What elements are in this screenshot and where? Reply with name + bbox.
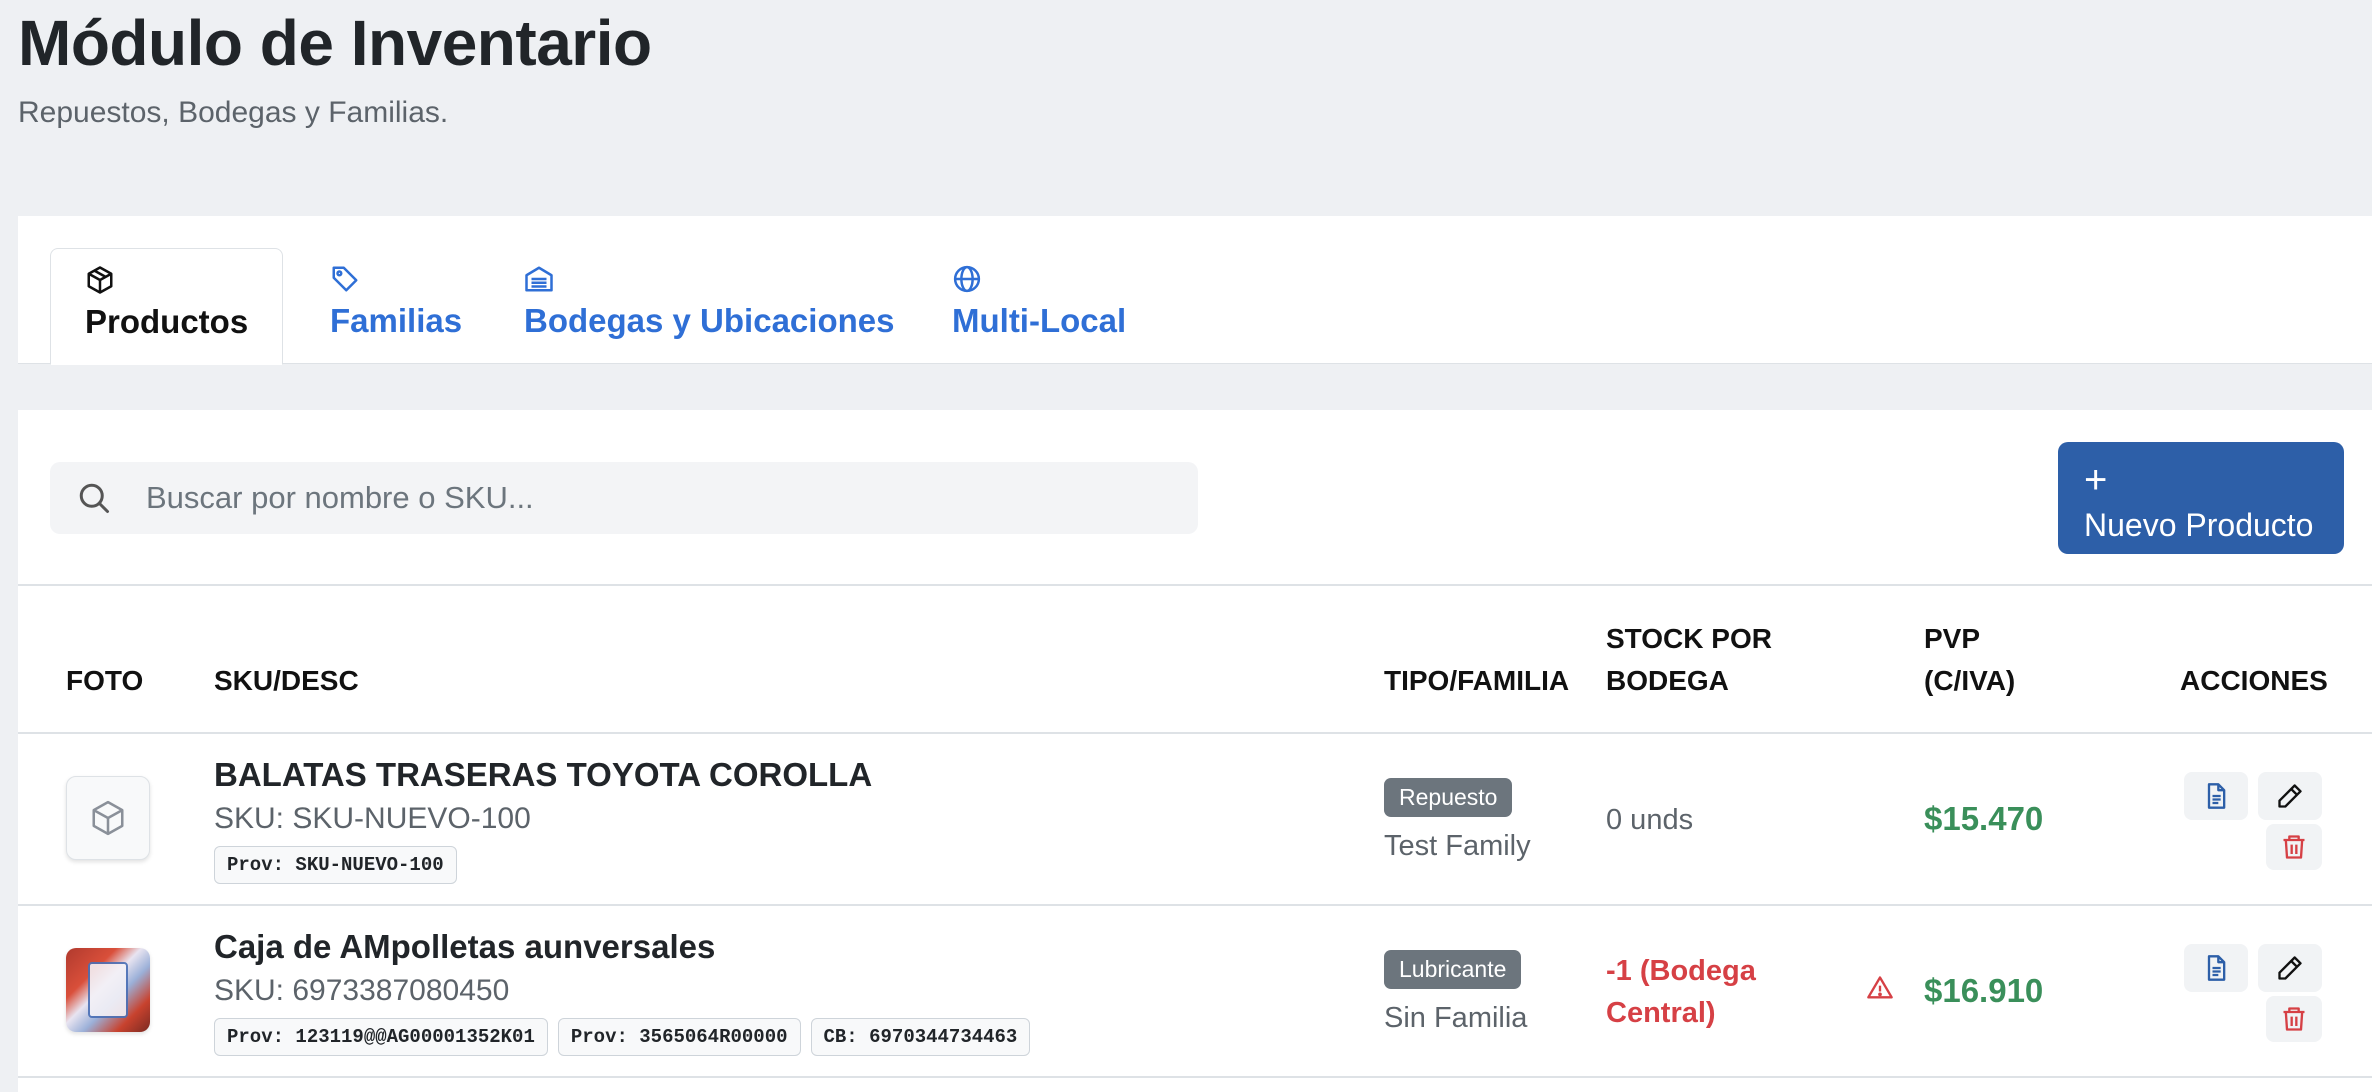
stock-value: 0 unds (1606, 804, 1694, 836)
edit-button[interactable] (2258, 772, 2322, 820)
tabs-bar: Productos Familias Bodegas y Ubicaciones… (18, 216, 2372, 365)
table-header: FOTO SKU/DESC TIPO/FAMILIA STOCK POR BOD… (18, 584, 2372, 734)
new-product-button[interactable]: + Nuevo Producto (2058, 442, 2344, 554)
product-codes: Prov: SKU-NUEVO-100 (214, 846, 457, 884)
col-sku-desc: SKU/DESC (214, 665, 359, 696)
product-photo[interactable] (66, 948, 150, 1032)
col-stock: STOCK POR BODEGA (1606, 623, 1772, 696)
tab-multi-local[interactable]: Multi-Local (918, 248, 1160, 364)
edit-button[interactable] (2258, 944, 2322, 992)
page-title: Módulo de Inventario (18, 7, 652, 79)
product-image (88, 962, 128, 1018)
document-icon (2207, 955, 2226, 981)
search-input[interactable] (146, 462, 1176, 534)
barcode-chip: CB: 6970344734463 (810, 1018, 1031, 1056)
product-name: Caja de AMpolletas aunversales (214, 928, 716, 965)
type-badge: Lubricante (1384, 950, 1522, 989)
tab-label: Bodegas y Ubicaciones (524, 302, 895, 339)
type-badge: Repuesto (1384, 778, 1513, 817)
pencil-icon (2278, 956, 2302, 980)
tag-icon (330, 264, 462, 294)
product-photo-placeholder[interactable] (66, 776, 150, 860)
table-row: Caja de AMpolletas aunversales SKU: 6973… (18, 906, 2372, 1078)
search-box (50, 462, 1198, 534)
box-icon (85, 265, 248, 295)
price-value: $15.470 (1924, 800, 2044, 837)
tab-label: Multi-Local (952, 302, 1127, 339)
globe-icon (952, 264, 1126, 294)
col-foto: FOTO (66, 665, 144, 696)
stock-value: -1 (Bodega Central) (1606, 955, 1756, 1029)
tab-label: Familias (330, 302, 463, 339)
tab-familias[interactable]: Familias (296, 248, 496, 364)
box-icon (92, 800, 124, 836)
family-label: Test Family (1384, 830, 1531, 862)
products-panel: + Nuevo Producto FOTO SKU/DESC TIPO/FAMI… (18, 410, 2372, 1092)
product-sku: SKU: SKU-NUEVO-100 (214, 802, 531, 835)
document-icon (2207, 783, 2226, 809)
product-name: BALATAS TRASERAS TOYOTA COROLLA (214, 756, 873, 793)
search-icon (79, 483, 109, 513)
col-acciones: ACCIONES (2180, 665, 2328, 696)
page-subtitle: Repuestos, Bodegas y Familias. (18, 96, 449, 129)
table-row: BALATAS TRASERAS TOYOTA COROLLA SKU: SKU… (18, 734, 2372, 906)
product-codes: Prov: 123119@@AG00001352K01 Prov: 356506… (214, 1018, 1031, 1056)
supplier-code-chip: Prov: 3565064R00000 (557, 1018, 801, 1056)
view-document-button[interactable] (2184, 772, 2248, 820)
col-pvp: PVP (C/IVA) (1924, 623, 2016, 696)
trash-icon (2283, 835, 2305, 859)
delete-button[interactable] (2266, 824, 2322, 870)
warning-icon (1867, 976, 1893, 999)
delete-button[interactable] (2266, 996, 2322, 1042)
product-sku: SKU: 6973387080450 (214, 974, 510, 1007)
col-tipo-familia: TIPO/FAMILIA (1384, 665, 1570, 696)
warehouse-icon (524, 264, 894, 294)
pencil-icon (2278, 784, 2302, 808)
supplier-code-chip: Prov: 123119@@AG00001352K01 (214, 1018, 548, 1056)
plus-icon: + (2084, 457, 2108, 502)
supplier-code-chip: Prov: SKU-NUEVO-100 (214, 846, 457, 884)
family-label: Sin Familia (1384, 1002, 1528, 1034)
tab-productos[interactable]: Productos (50, 248, 284, 365)
tab-label: Productos (85, 303, 249, 340)
view-document-button[interactable] (2184, 944, 2248, 992)
price-value: $16.910 (1924, 972, 2044, 1009)
trash-icon (2283, 1007, 2305, 1031)
tab-bodegas[interactable]: Bodegas y Ubicaciones (490, 248, 928, 364)
new-product-label: Nuevo Producto (2084, 506, 2314, 543)
